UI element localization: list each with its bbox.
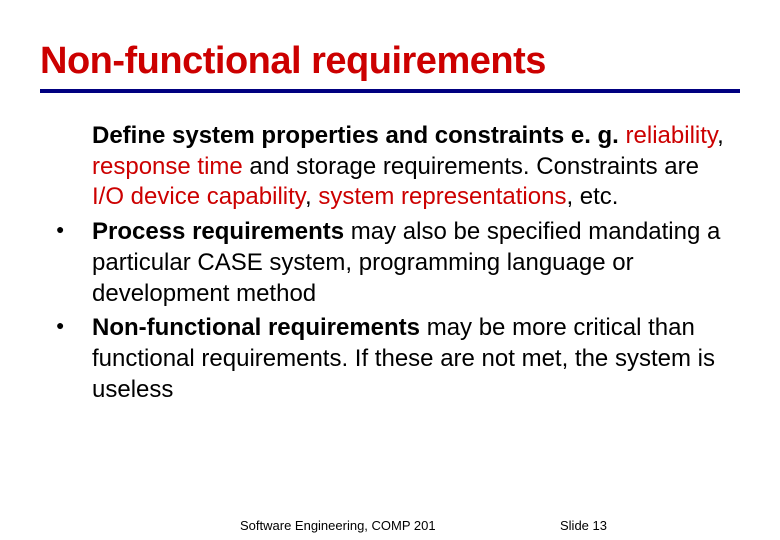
text-segment: and storage requirements. Constraints ar… (243, 153, 699, 180)
text-segment: e. g. (564, 122, 625, 149)
slide-title: Non-functional requirements (40, 40, 740, 83)
text-segment: , (717, 122, 724, 149)
bullet-item: Process requirements may also be specifi… (92, 217, 730, 309)
footer-slide-label: Slide (560, 518, 589, 533)
text-segment: Define system properties (92, 122, 379, 149)
footer-course: Software Engineering, COMP 201 (240, 518, 436, 533)
text-segment: , etc. (566, 183, 618, 210)
text-segment: system representations (318, 183, 566, 210)
footer-slide-num: 13 (593, 518, 607, 533)
title-underline (40, 89, 740, 93)
bullet-item: Define system properties and constraints… (92, 121, 730, 213)
text-segment: response time (92, 153, 243, 180)
bullet-item: Non-functional requirements may be more … (92, 313, 730, 405)
text-segment: reliability (626, 122, 718, 149)
text-segment: , (305, 183, 318, 210)
text-segment: and (379, 122, 435, 149)
slide-body: Define system properties and constraints… (40, 121, 740, 405)
footer-slide-number: Slide 13 (560, 518, 607, 533)
text-segment: Process requirements (92, 218, 344, 245)
text-segment: I/O device capability (92, 183, 305, 210)
slide: Non-functional requirements Define syste… (0, 0, 780, 540)
text-segment: Non-functional requirements (92, 314, 420, 341)
text-segment: constraints (435, 122, 564, 149)
